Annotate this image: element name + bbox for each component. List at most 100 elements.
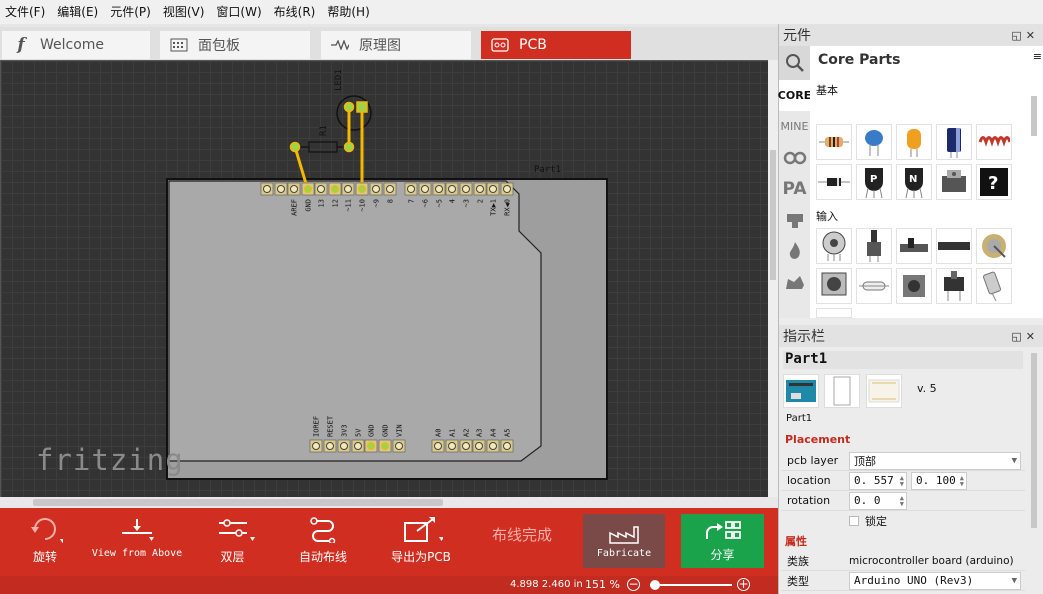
bottom-header-pad-hole [395,442,403,450]
bottom-toolbar: 旋转 View from Above 双层 自动布线 导出为PCB 布线完成 F… [0,508,778,576]
part-npn-transistor[interactable]: N [896,164,932,200]
menu-edit[interactable]: 编辑(E) [52,0,103,24]
pcb-layer-select[interactable]: 顶部 ▼ [849,451,1021,470]
part-tilt-switch[interactable] [976,268,1012,304]
rotation-row: rotation 0. 0 ▲ ▼ [781,491,1025,511]
arduino-bin-icon[interactable] [779,142,810,173]
top-header-pad-hole [503,185,511,193]
menu-window[interactable]: 窗口(W) [211,0,266,24]
rotation-input[interactable]: 0. 0 ▲ ▼ [849,491,907,510]
export-pcb-button[interactable]: 导出为PCB [390,514,452,565]
resistor-silkscreen [308,141,338,153]
part-tantalum-capacitor[interactable] [896,124,932,160]
location-x-input[interactable]: 0. 557 ▲ ▼ [849,471,907,490]
part-resistor[interactable] [816,124,852,160]
part-reed-switch[interactable] [856,268,892,304]
part-pushbutton[interactable] [896,268,932,304]
part-potentiometer[interactable] [816,228,852,264]
core-tab[interactable]: CORE [778,80,811,111]
part-inductor[interactable] [976,124,1012,160]
pcb-canvas[interactable]: AREF GND 13 12 ~11 ~10 ~9 8 7 ~6 ~5 4 ~3 2 TX▶1 RX◀0 IO… [0,60,778,508]
bottom-header-pad-hole [340,442,348,450]
part-electrolytic-capacitor[interactable] [936,124,972,160]
layers-button[interactable]: 双层 [210,514,255,565]
led-silkscreen [336,95,372,131]
part-rotary-encoder[interactable] [816,268,852,304]
inspector-scrollbar[interactable] [1031,353,1037,528]
top-header-label: 8 [387,199,395,203]
part-ceramic-capacitor[interactable] [856,124,892,160]
location-y-input[interactable]: 0. 100 ▲ ▼ [911,471,967,490]
part-fet-transistor[interactable] [936,164,972,200]
type-select[interactable]: Arduino UNO (Rev3) ▼ [849,571,1021,590]
bottom-header-pad-hole [489,442,497,450]
part-mystery[interactable]: ? [976,164,1012,200]
tab-welcome[interactable]: f Welcome [2,31,150,59]
piano-bin-icon[interactable] [779,204,810,235]
svg-text:?: ? [988,173,998,194]
tab-pcb[interactable]: PCB [481,31,631,59]
fabricate-button[interactable]: Fabricate [583,514,665,568]
rotate-button[interactable]: 旋转 [25,514,65,565]
search-parts-tab[interactable] [779,46,810,80]
canvas-horizontal-scrollbar[interactable] [0,497,778,508]
part-sensor-round[interactable] [816,308,852,318]
mine-tab[interactable]: MINE [779,111,810,142]
close-inspector-icon[interactable]: ✕ [1026,330,1039,343]
family-row: 类族 microcontroller board (arduino) [781,551,1025,571]
bottom-header-pad-hole [326,442,334,450]
part-knob[interactable] [976,228,1012,264]
part-pnp-transistor[interactable]: P [856,164,892,200]
tab-schematic-label: 原理图 [359,38,401,54]
flame-bin-icon[interactable] [779,235,810,266]
pcb-view-thumbnail [866,374,902,408]
menu-parts[interactable]: 元件(P) [105,0,156,24]
autoroute-icon [308,514,338,544]
bottom-header-label: RESET [327,415,335,437]
part-slide-potentiometer[interactable] [896,228,932,264]
bottom-header-pad-hole [354,442,362,450]
top-header-pad-hole [462,185,470,193]
part-rotary-potentiometer[interactable] [856,228,892,264]
parts-bin-scrollbar[interactable] [1031,96,1037,136]
tab-breadboard[interactable]: 面包板 [160,31,310,59]
zoom-in-button[interactable]: + [737,578,750,591]
menu-file[interactable]: 文件(F) [0,0,50,24]
top-header-label: ~11 [345,199,353,212]
share-button[interactable]: 分享 [681,514,764,568]
inspector-panel: Part1 v. 5 Part1 Placement pcb layer 顶部 … [779,347,1043,591]
properties-section: 属性 [785,535,807,548]
float-panel-icon[interactable]: ◱ [1011,29,1025,42]
top-header-pad-hole [407,185,415,193]
autoroute-button[interactable]: 自动布线 [295,514,351,565]
menu-routing[interactable]: 布线(R) [269,0,321,24]
inspector-title: 指示栏 [783,329,825,345]
menu-view[interactable]: 视图(V) [158,0,210,24]
float-inspector-icon[interactable]: ◱ [1011,330,1025,343]
bottom-header-label: GND [368,424,376,437]
part-diode[interactable] [816,164,852,200]
animal-bin-icon[interactable] [779,266,810,297]
part-header-strip[interactable] [936,228,972,264]
zoom-slider[interactable] [650,580,732,590]
tab-schematic[interactable]: 原理图 [321,31,471,59]
canvas-vertical-scrollbar[interactable] [768,60,778,497]
zoom-slider-handle[interactable] [650,580,660,590]
part-slide-switch[interactable] [936,268,972,304]
fritzing-f-icon: f [17,35,25,55]
view-from-above-button[interactable]: View from Above [92,514,182,559]
locked-checkbox[interactable] [849,516,859,526]
top-header-pad-hole [331,185,339,193]
zoom-out-button[interactable]: − [627,578,640,591]
top-header-pad-hole [344,185,352,193]
bottom-header-label: A1 [449,429,457,437]
pa-bin-icon[interactable]: PA [779,173,810,204]
menu-help[interactable]: 帮助(H) [322,0,374,24]
bin-menu-icon[interactable]: ≡ [1033,50,1042,63]
close-panel-icon[interactable]: ✕ [1026,29,1039,42]
locked-label: 锁定 [865,515,887,528]
cursor-coordinates: 4.898 2.460 in [510,579,583,590]
top-header-pad-hole [304,185,312,193]
top-header-pad-hole [263,185,271,193]
top-header-pad-hole [448,185,456,193]
